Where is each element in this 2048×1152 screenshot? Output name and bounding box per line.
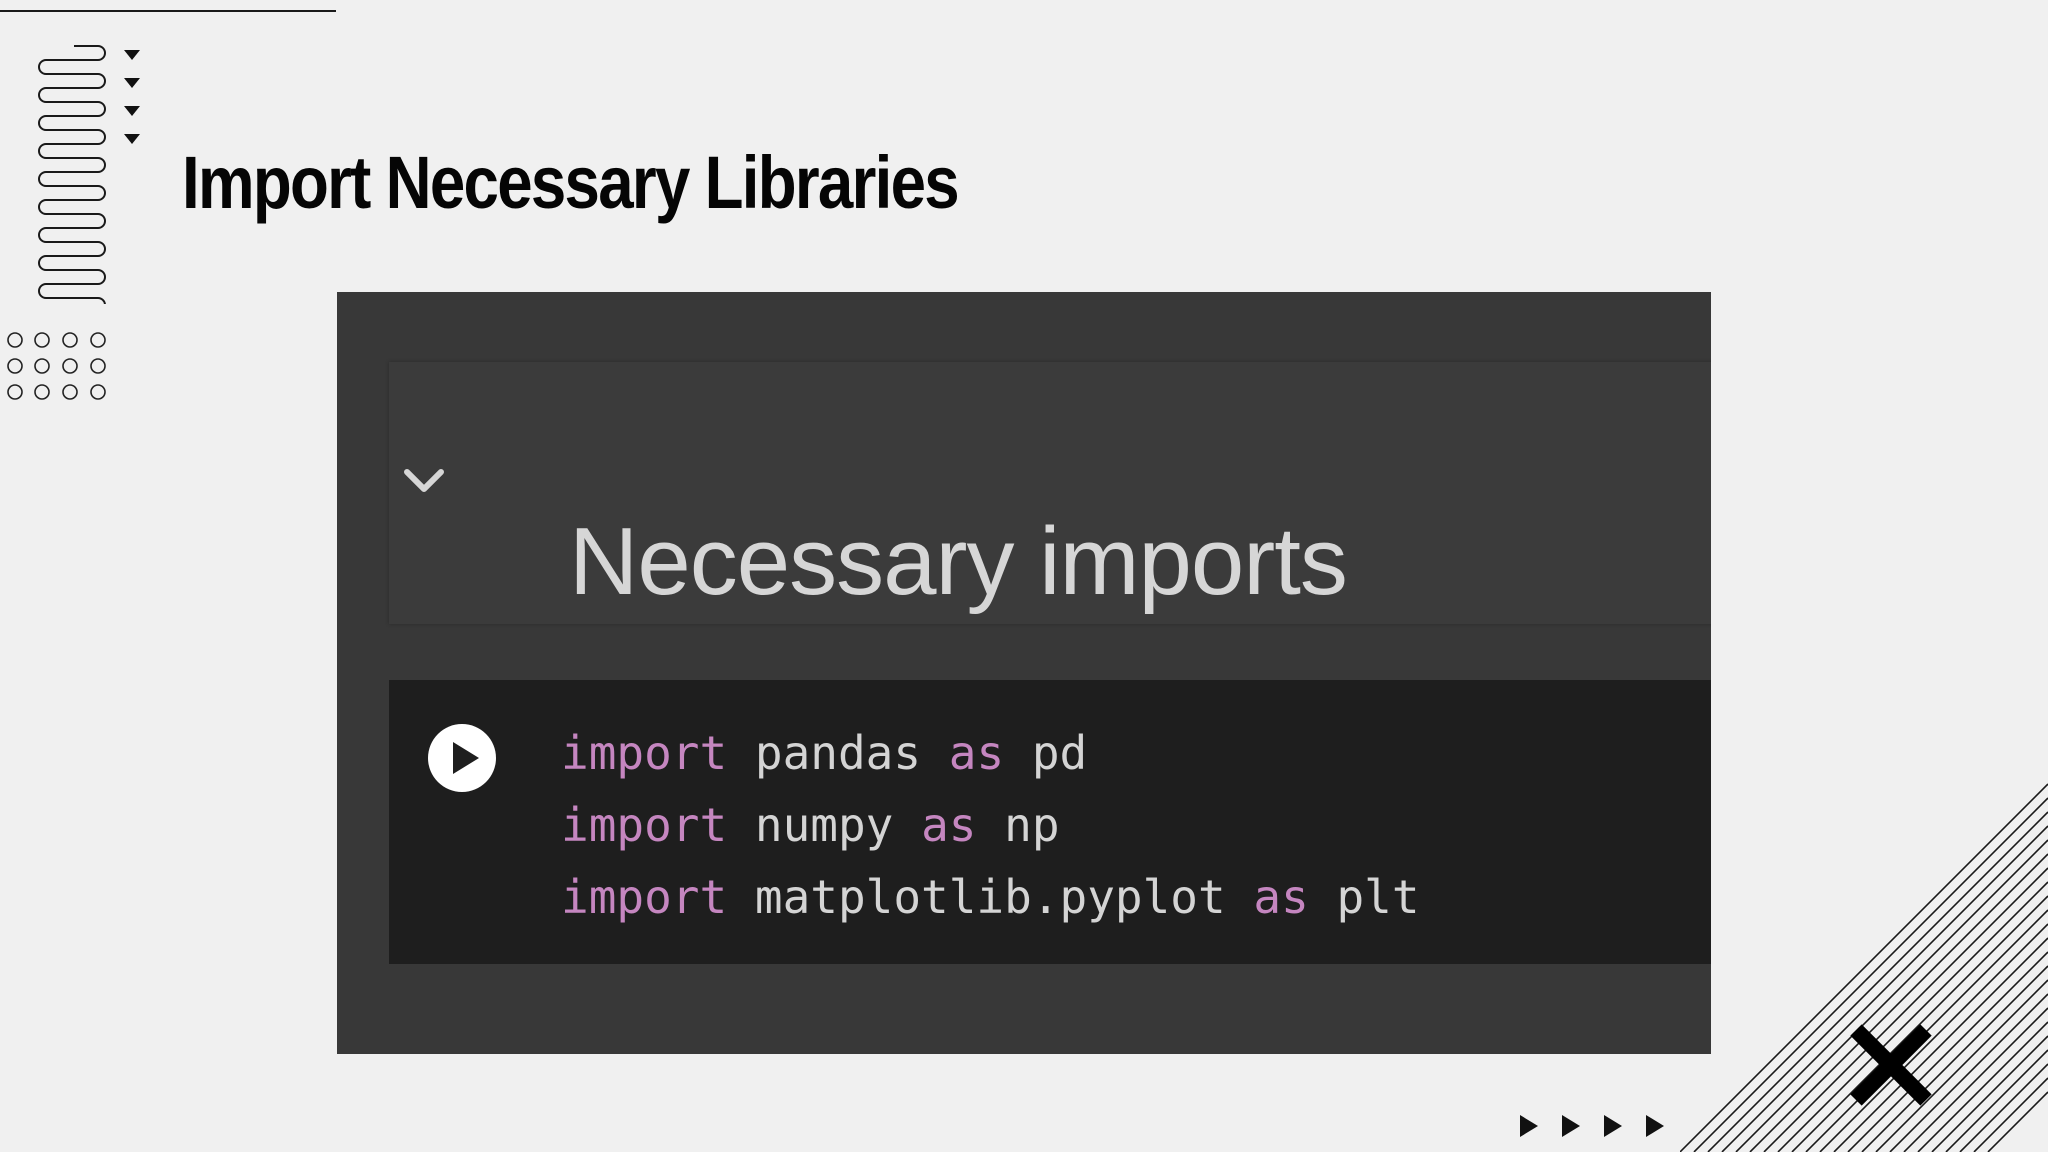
module-alias: np bbox=[1004, 798, 1060, 852]
section-heading: Necessary imports bbox=[569, 508, 1348, 615]
as-keyword: as bbox=[921, 798, 977, 852]
squiggle-decoration bbox=[38, 45, 106, 304]
code-line: import matplotlib.pyplot as plt bbox=[561, 870, 1420, 924]
as-keyword: as bbox=[1253, 870, 1309, 924]
play-circle-icon[interactable] bbox=[426, 722, 498, 794]
code-line: import numpy as np bbox=[561, 798, 1060, 852]
slide-title: Import Necessary Libraries bbox=[182, 141, 960, 224]
top-divider-line bbox=[0, 10, 336, 12]
small-triangles-decoration bbox=[124, 50, 140, 144]
module-name: matplotlib.pyplot bbox=[754, 870, 1226, 924]
import-keyword: import bbox=[561, 798, 728, 852]
chevron-down-icon[interactable] bbox=[399, 462, 449, 502]
dot-grid-decoration bbox=[7, 332, 106, 400]
markdown-cell[interactable]: Necessary imports bbox=[389, 362, 1711, 624]
notebook-screenshot: Necessary imports import pandas as pd im… bbox=[337, 292, 1711, 1054]
x-mark-decoration bbox=[1850, 1024, 1932, 1106]
import-keyword: import bbox=[561, 870, 728, 924]
module-name: numpy bbox=[754, 798, 894, 852]
as-keyword: as bbox=[948, 726, 1005, 780]
import-keyword: import bbox=[561, 726, 728, 780]
code-line: import pandas as pd bbox=[561, 726, 1087, 780]
code-block: import pandas as pd import numpy as np i… bbox=[561, 717, 1420, 933]
module-name: pandas bbox=[754, 726, 922, 780]
module-alias: pd bbox=[1031, 726, 1088, 780]
arrow-row-decoration bbox=[1520, 1115, 1664, 1137]
module-alias: plt bbox=[1336, 870, 1420, 924]
